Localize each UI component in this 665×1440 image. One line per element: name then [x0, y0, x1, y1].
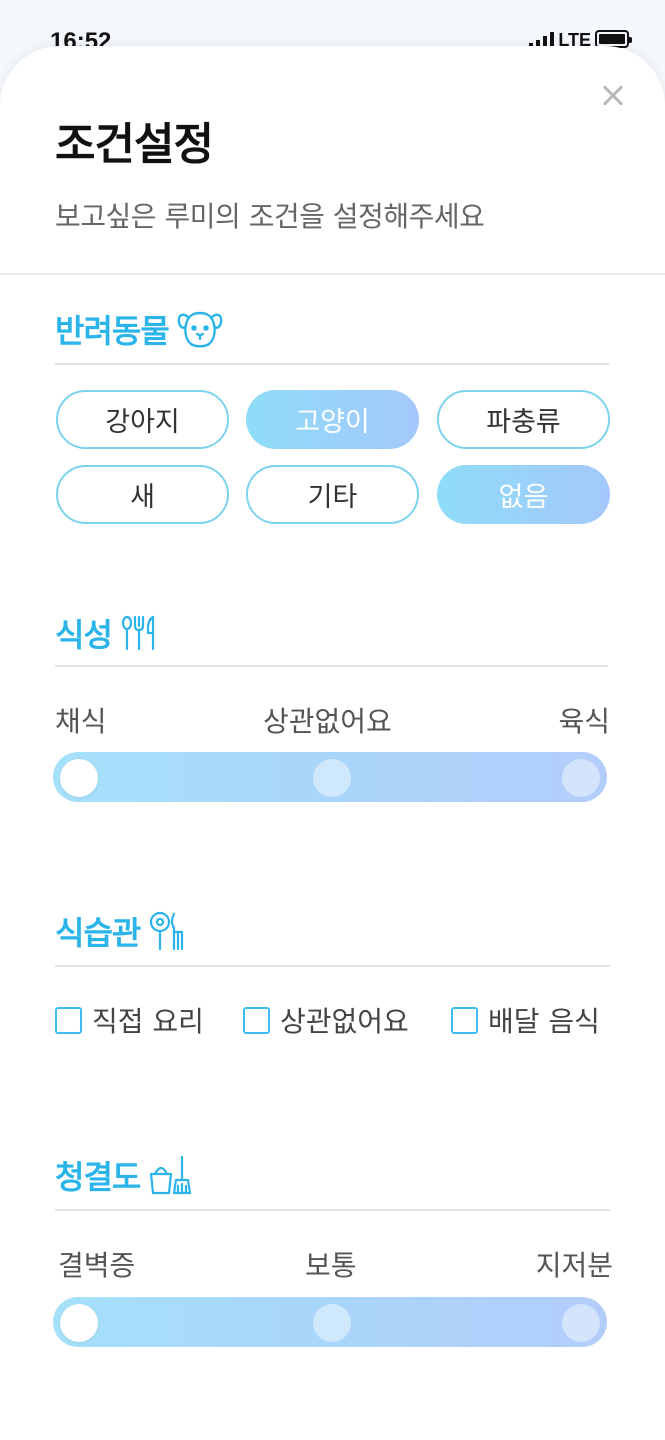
page-title: 조건설정 [55, 119, 214, 170]
utensils-icon [121, 615, 154, 651]
pet-chip-other[interactable]: 기타 [246, 465, 419, 524]
diet-slider-knob-any[interactable] [313, 759, 351, 797]
pet-chip-bird[interactable]: 새 [56, 465, 229, 524]
checkbox[interactable] [243, 1006, 270, 1034]
eating-option-delivery-label: 배달 음식 [488, 1005, 600, 1038]
pet-chip-dog[interactable]: 강아지 [56, 390, 229, 449]
section-divider-eating [55, 965, 610, 967]
diet-slider[interactable] [53, 752, 607, 802]
eating-option-cook-label: 직접 요리 [92, 1005, 204, 1038]
diet-label-vegetarian: 채식 [55, 705, 107, 738]
checkbox[interactable] [55, 1006, 82, 1034]
filter-sheet [0, 46, 665, 1440]
pet-chip-reptile[interactable]: 파충류 [437, 390, 610, 449]
section-title-cleanliness: 청결도 [55, 1152, 192, 1198]
pet-chip-none[interactable]: 없음 [437, 465, 610, 524]
section-label-diet: 식성 [55, 616, 113, 654]
diet-label-meat: 육식 [558, 705, 610, 738]
section-label-eating: 식습관 [55, 914, 141, 952]
cooking-icon [150, 911, 184, 951]
eating-option-cook[interactable]: 직접 요리 [55, 1000, 204, 1040]
cleaning-icon [150, 1155, 192, 1195]
close-button[interactable] [599, 82, 627, 110]
diet-slider-knob-meat[interactable] [562, 759, 600, 797]
cleanliness-label-messy: 지저분 [535, 1249, 613, 1282]
section-title-diet: 식성 [55, 610, 160, 656]
cleanliness-slider[interactable] [53, 1297, 607, 1347]
cleanliness-slider-knob-neat-freak[interactable] [60, 1304, 98, 1342]
pet-chip-cat[interactable]: 고양이 [246, 390, 419, 449]
checkbox[interactable] [451, 1006, 478, 1034]
section-title-eating: 식습관 [55, 908, 188, 954]
cleanliness-label-normal: 보통 [305, 1249, 357, 1282]
section-divider-pets [55, 363, 609, 365]
diet-label-any: 상관없어요 [263, 705, 392, 738]
cleanliness-slider-knob-messy[interactable] [562, 1304, 600, 1342]
section-title-pets: 반려동물 [55, 306, 223, 352]
cleanliness-slider-knob-normal[interactable] [313, 1304, 351, 1342]
dog-face-icon [177, 311, 223, 348]
section-label-pets: 반려동물 [55, 312, 170, 350]
page-subtitle: 보고싶은 루미의 조건을 설정해주세요 [55, 200, 485, 233]
section-label-cleanliness: 청결도 [55, 1158, 141, 1196]
eating-option-delivery[interactable]: 배달 음식 [451, 1000, 600, 1040]
header-divider [0, 273, 665, 275]
status-bar: 16:52 LTE [0, 0, 665, 55]
cleanliness-label-neat-freak: 결벽증 [58, 1249, 136, 1282]
section-divider-cleanliness [55, 1209, 610, 1211]
eating-option-any[interactable]: 상관없어요 [243, 1000, 409, 1040]
section-divider-diet [55, 665, 608, 667]
eating-option-any-label: 상관없어요 [280, 1005, 409, 1038]
diet-slider-knob-vegetarian[interactable] [60, 759, 98, 797]
